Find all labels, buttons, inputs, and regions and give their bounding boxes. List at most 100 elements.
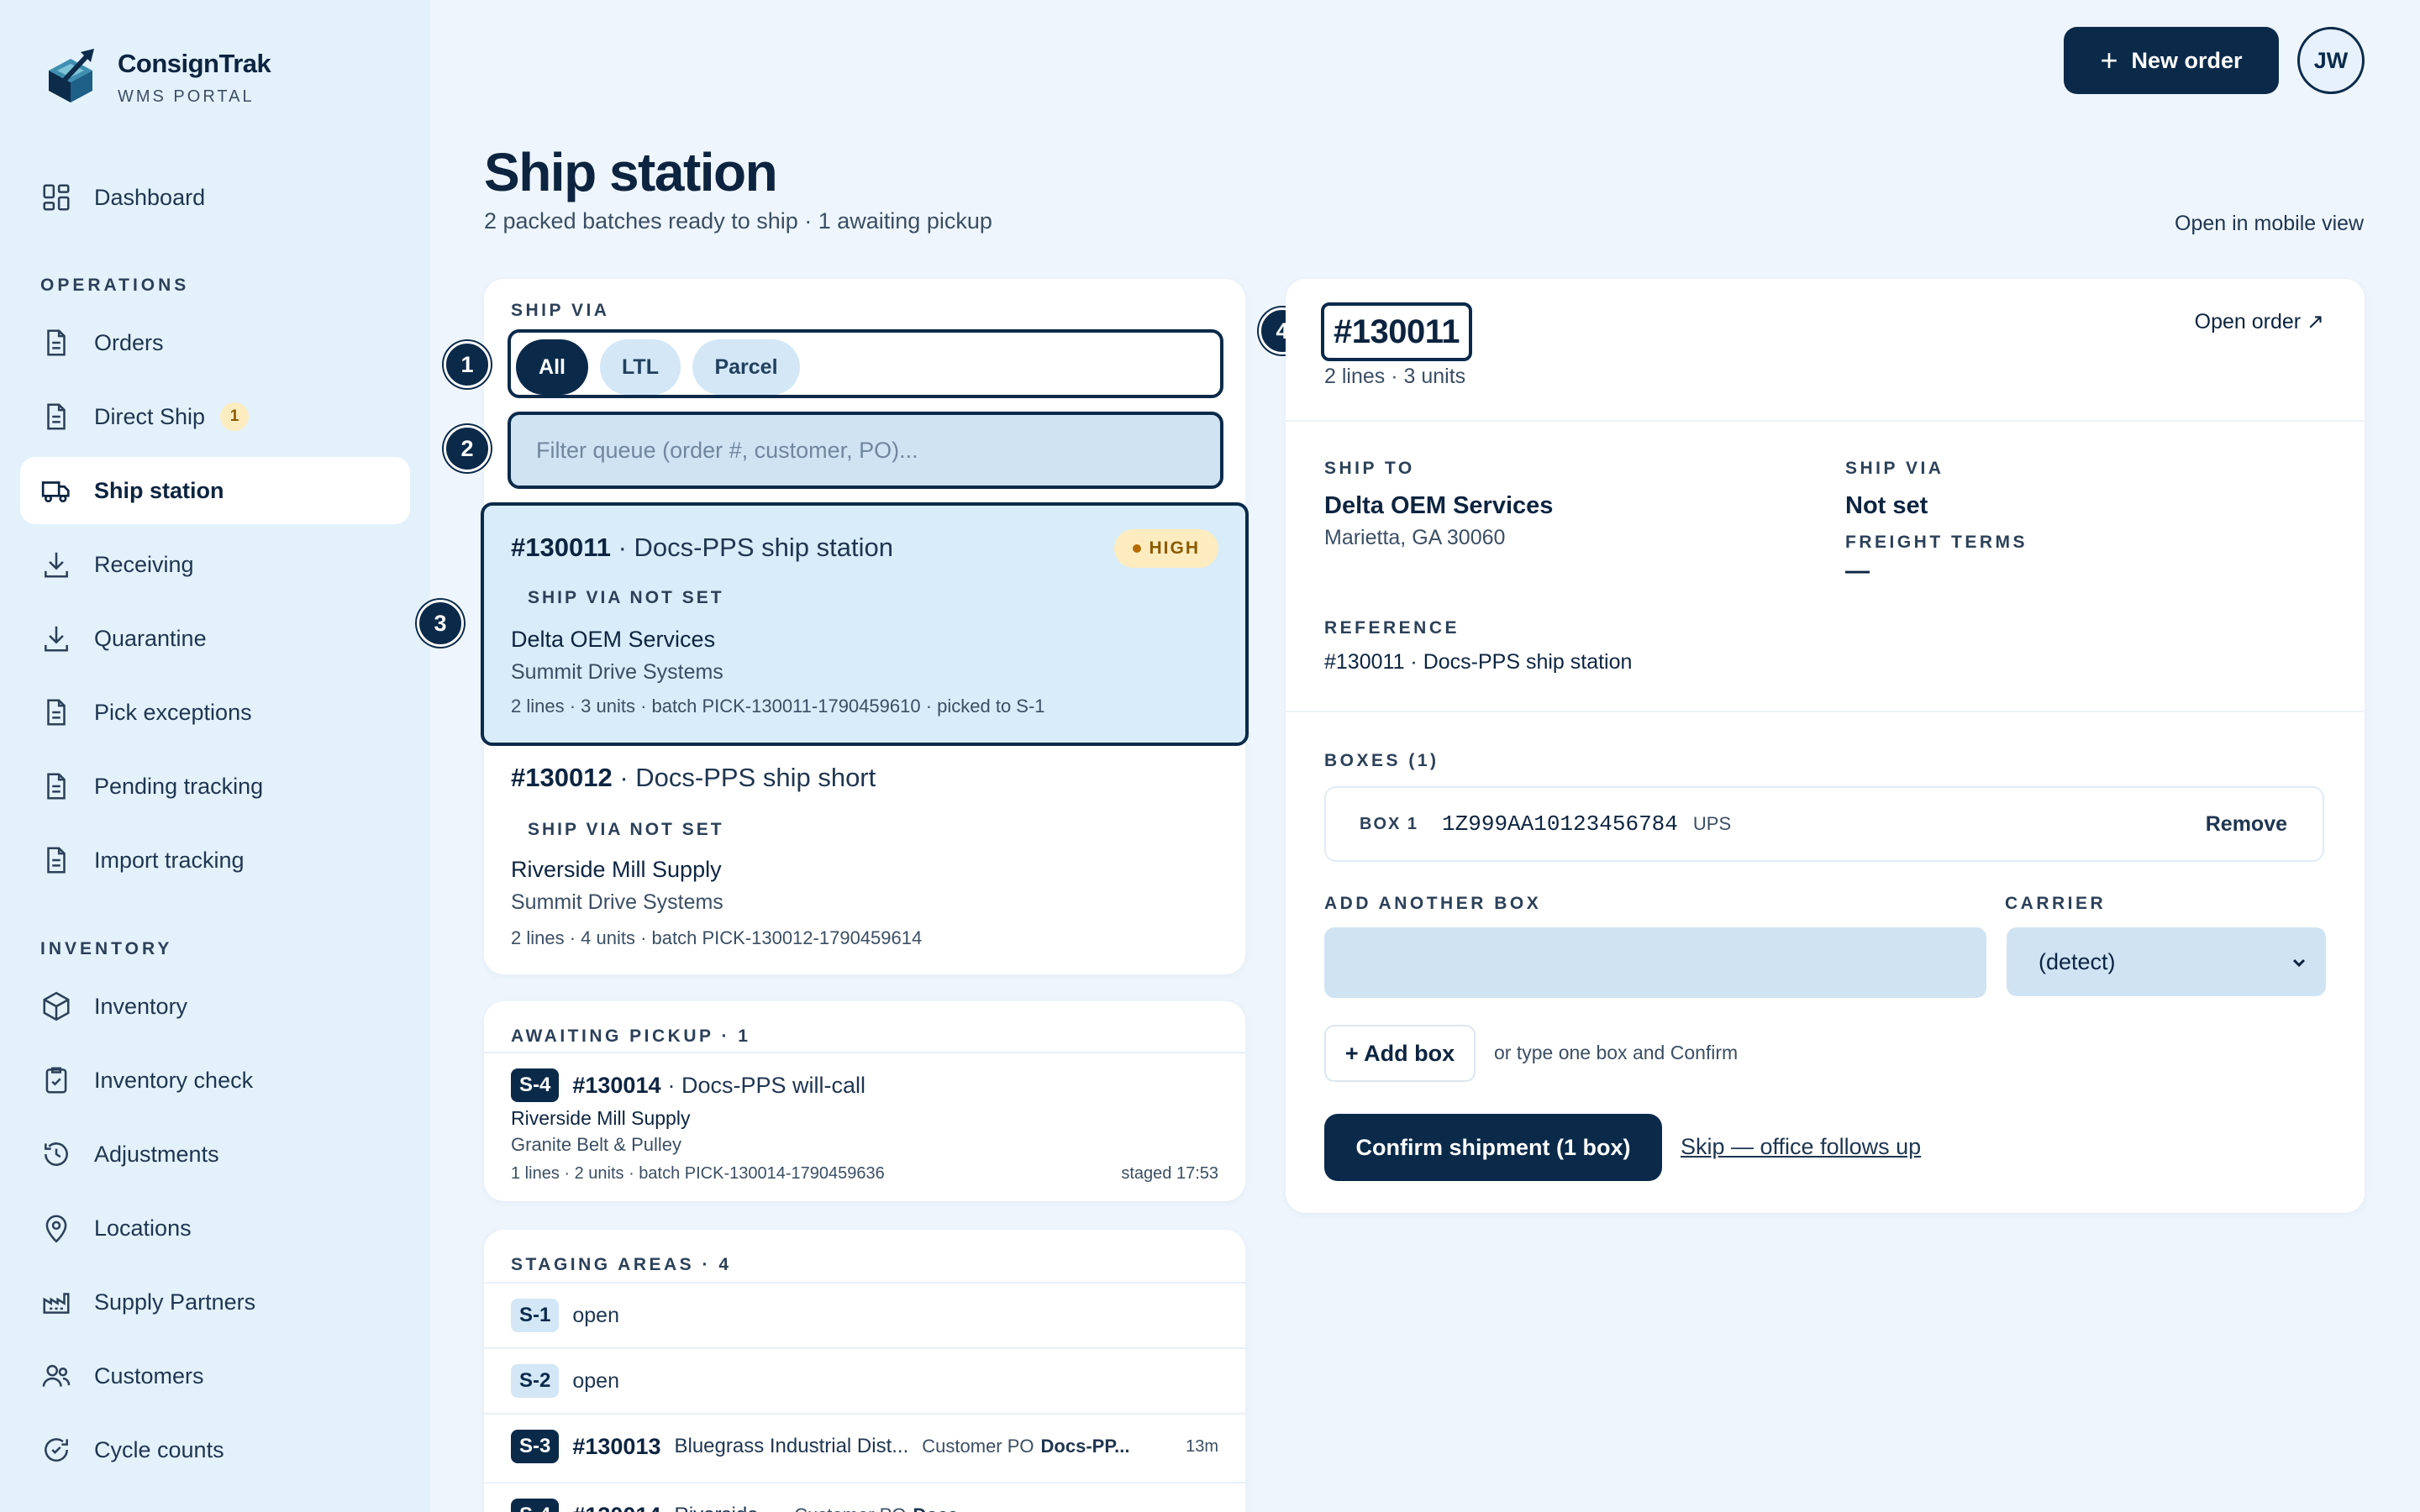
brand-subtitle: WMS PORTAL	[118, 87, 255, 106]
sidebar-item-ship-station[interactable]: Ship station	[20, 457, 410, 524]
history-icon	[45, 1142, 68, 1166]
stage-tag: S-4	[511, 1499, 560, 1512]
staging-row[interactable]: S-3 #130013 Bluegrass Industrial Dist...…	[511, 1430, 1218, 1463]
sidebar-item-cycle-counts[interactable]: Cycle counts	[20, 1416, 410, 1483]
pickup-order-name: · Docs-PPS will-call	[667, 1072, 866, 1098]
factory-icon	[43, 1293, 70, 1314]
sidebar-item-inventory[interactable]: Inventory	[20, 973, 410, 1040]
divider	[484, 1282, 1245, 1284]
sidebar-item-pick-exceptions[interactable]: Pick exceptions	[20, 679, 410, 746]
add-box-button[interactable]: + Add box	[1324, 1025, 1476, 1082]
filter-ltl-button[interactable]: LTL	[600, 339, 681, 395]
add-another-box-label: ADD ANOTHER BOX	[1324, 894, 1542, 913]
stage-po-label: Customer PO	[794, 1504, 906, 1512]
sidebar-item-receiving[interactable]: Receiving	[20, 531, 410, 598]
document-icon	[47, 403, 66, 430]
ship-via-status: SHIP VIA NOT SET	[528, 588, 724, 607]
divider	[1286, 420, 2365, 422]
ship-via-filter: All LTL Parcel	[508, 329, 1223, 398]
sidebar-item-inventory-check[interactable]: Inventory check	[20, 1047, 410, 1114]
new-order-button[interactable]: + New order	[2064, 27, 2279, 94]
users-icon	[42, 1364, 71, 1387]
ship-via-status: SHIP VIA NOT SET	[528, 820, 724, 839]
stage-tag: S-4	[511, 1068, 560, 1102]
stage-order-id: #130014	[572, 1503, 660, 1512]
sidebar-item-import-tracking[interactable]: Import tracking	[20, 827, 410, 894]
page-subtitle: 2 packed batches ready to ship · 1 await…	[484, 208, 992, 234]
priority-label: HIGH	[1149, 538, 1200, 558]
order-meta: 2 lines · 3 units · batch PICK-130011-17…	[511, 696, 1045, 717]
order-customer: Delta OEM Services	[511, 627, 716, 652]
box-label: BOX 1	[1360, 814, 1419, 833]
sidebar-item-supply-partners[interactable]: Supply Partners	[20, 1268, 410, 1336]
freight-terms-value: —	[1845, 558, 1870, 585]
document-icon	[47, 699, 66, 726]
stage-status: open	[572, 1303, 619, 1327]
sidebar-item-label: Cycle counts	[94, 1436, 224, 1462]
order-name: · Docs-PPS ship short	[619, 763, 876, 792]
box-icon	[43, 991, 70, 1021]
ship-to-label: SHIP TO	[1324, 459, 1415, 478]
order-meta: 2 lines · 4 units · batch PICK-130012-17…	[511, 927, 923, 948]
app-root: ConsignTrak WMS PORTAL Dashboard OPERATI…	[0, 0, 2420, 1512]
step-marker-2: 2	[444, 425, 491, 472]
filter-all-button[interactable]: All	[516, 339, 588, 395]
stage-status: open	[572, 1368, 619, 1393]
pickup-order-id: #130014	[572, 1072, 661, 1098]
sidebar-item-label: Pending tracking	[94, 773, 264, 799]
sidebar-item-label: Receiving	[94, 551, 194, 577]
filter-parcel-button[interactable]: Parcel	[692, 339, 800, 395]
order-customer: Riverside Mill Supply	[511, 857, 722, 882]
sidebar-item-label: Customers	[94, 1362, 204, 1389]
sidebar-item-label: Adjustments	[94, 1141, 219, 1167]
box-tracking-number: 1Z999AA10123456784	[1442, 811, 1678, 837]
sidebar: ConsignTrak WMS PORTAL Dashboard OPERATI…	[0, 0, 430, 1512]
staging-row[interactable]: S-1 open	[511, 1299, 619, 1332]
order-name: · Docs-PPS ship station	[618, 533, 893, 562]
detail-summary: 2 lines · 3 units	[1324, 365, 1466, 388]
skip-office-follows-up-link[interactable]: Skip — office follows up	[1681, 1134, 1921, 1160]
sidebar-item-locations[interactable]: Locations	[20, 1194, 410, 1262]
remove-box-button[interactable]: Remove	[2206, 812, 2287, 837]
awaiting-pickup-card: AWAITING PICKUP · 1 S-4 #130014 · Docs-P…	[484, 1001, 1245, 1201]
stage-customer: Riverside ...	[674, 1504, 781, 1512]
staging-areas-heading: STAGING AREAS · 4	[511, 1255, 732, 1274]
stage-tag: S-2	[511, 1364, 560, 1398]
order-partner: Summit Drive Systems	[511, 660, 723, 684]
stage-po-label: Customer PO	[922, 1436, 1034, 1457]
stage-po-value: Docs-...	[913, 1504, 979, 1512]
sidebar-item-adjustments[interactable]: Adjustments	[20, 1121, 410, 1188]
divider	[1286, 711, 2365, 712]
carrier-select[interactable]: (detect)	[2007, 927, 2326, 996]
pickup-item[interactable]: S-4 #130014 · Docs-PPS will-call	[511, 1068, 865, 1102]
staging-row[interactable]: S-2 open	[511, 1364, 619, 1398]
stage-order-id: #130013	[572, 1433, 661, 1459]
staging-row[interactable]: S-4 #130014 Riverside ... Customer PO Do…	[511, 1499, 980, 1512]
open-order-link[interactable]: Open order ↗	[2195, 309, 2324, 334]
sidebar-item-orders[interactable]: Orders	[20, 309, 410, 376]
avatar[interactable]: JW	[2297, 27, 2365, 94]
open-mobile-view-link[interactable]: Open in mobile view	[2175, 212, 2364, 236]
sidebar-item-customers[interactable]: Customers	[20, 1342, 410, 1410]
sidebar-item-pending-tracking[interactable]: Pending tracking	[20, 753, 410, 820]
reference-label: REFERENCE	[1324, 618, 1460, 638]
sidebar-item-direct-ship[interactable]: Direct Ship 1	[20, 383, 410, 450]
filter-queue-input[interactable]	[511, 415, 1220, 486]
filter-queue-wrapper	[508, 412, 1223, 489]
add-box-hint: or type one box and Confirm	[1494, 1042, 1739, 1063]
brand[interactable]: ConsignTrak WMS PORTAL	[40, 47, 271, 108]
order-partner: Summit Drive Systems	[511, 890, 723, 914]
sidebar-item-quarantine[interactable]: Quarantine	[20, 605, 410, 672]
sidebar-item-label: Import tracking	[94, 847, 245, 873]
sidebar-item-dashboard[interactable]: Dashboard	[20, 164, 410, 231]
confirm-shipment-button[interactable]: Confirm shipment (1 box)	[1324, 1114, 1662, 1181]
map-pin-icon	[45, 1215, 67, 1243]
detail-ship-via-label: SHIP VIA	[1845, 459, 1944, 478]
box-row: BOX 1 1Z999AA10123456784 UPS Remove	[1324, 786, 2324, 862]
sidebar-item-label: Direct Ship	[94, 403, 206, 429]
reference-value: #130011 · Docs-PPS ship station	[1324, 650, 1633, 674]
queue-order-item[interactable]: #130012 · Docs-PPS ship short SHIP VIA N…	[484, 749, 1245, 971]
section-heading-inventory: INVENTORY	[40, 939, 173, 958]
add-box-tracking-input[interactable]	[1324, 927, 1986, 998]
queue-order-selected[interactable]: #130011 · Docs-PPS ship station HIGH SHI…	[481, 502, 1249, 746]
